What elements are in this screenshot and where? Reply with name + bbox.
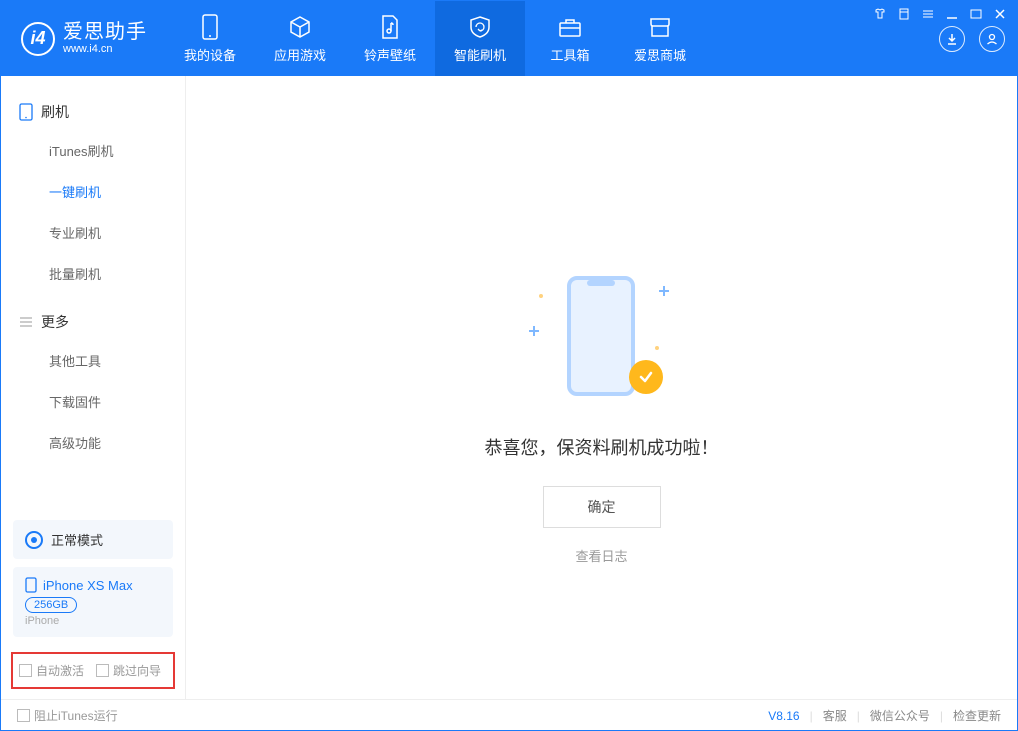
logo-icon: i4 — [21, 22, 55, 56]
music-file-icon — [376, 13, 404, 41]
ctrl-notebook-icon[interactable] — [897, 7, 911, 21]
checkbox-label: 阻止iTunes运行 — [34, 707, 118, 724]
app-title: 爱思助手 — [63, 21, 147, 43]
device-mode-label: 正常模式 — [51, 530, 103, 549]
app-url: www.i4.cn — [63, 43, 147, 55]
tab-shop[interactable]: 爱思商城 — [615, 1, 705, 76]
checkbox-icon — [96, 664, 109, 677]
sidebar-group-more: 更多 — [1, 304, 185, 340]
main-content: 恭喜您，保资料刷机成功啦！ 确定 查看日志 — [186, 76, 1017, 699]
tab-label: 爱思商城 — [634, 45, 686, 64]
ok-button[interactable]: 确定 — [543, 486, 661, 528]
top-tabs: 我的设备 应用游戏 铃声壁纸 智能刷机 工具箱 爱思商城 — [165, 1, 705, 76]
tab-label: 工具箱 — [550, 45, 589, 64]
sidebar-item-advanced[interactable]: 高级功能 — [1, 422, 185, 463]
sidebar-group-title: 更多 — [41, 312, 69, 332]
tab-apps-games[interactable]: 应用游戏 — [255, 1, 345, 76]
phone-icon — [25, 577, 37, 593]
checkbox-auto-activate[interactable]: 自动激活 — [19, 662, 84, 679]
shop-icon — [646, 13, 674, 41]
checkbox-icon — [19, 664, 32, 677]
sidebar-item-itunes-flash[interactable]: iTunes刷机 — [1, 130, 185, 171]
logo[interactable]: i4 爱思助手 www.i4.cn — [1, 1, 165, 76]
phone-success-illustration — [547, 276, 657, 406]
highlighted-checkbox-area: 自动激活 跳过向导 — [11, 652, 175, 689]
account-button[interactable] — [979, 26, 1005, 52]
version-label: V8.16 — [768, 709, 799, 723]
device-capacity: 256GB — [25, 597, 77, 613]
tab-toolbox[interactable]: 工具箱 — [525, 1, 615, 76]
tab-label: 我的设备 — [184, 45, 236, 64]
sidebar-item-oneclick-flash[interactable]: 一键刷机 — [1, 171, 185, 212]
header-right — [939, 1, 1005, 76]
logo-text: 爱思助手 www.i4.cn — [63, 21, 147, 55]
checkbox-label: 自动激活 — [36, 662, 84, 679]
download-button[interactable] — [939, 26, 965, 52]
success-message: 恭喜您，保资料刷机成功啦！ — [485, 434, 719, 460]
sidebar-item-other-tools[interactable]: 其他工具 — [1, 340, 185, 381]
checkbox-icon — [17, 709, 30, 722]
checkbox-block-itunes[interactable]: 阻止iTunes运行 — [17, 707, 118, 724]
checkbox-skip-guide[interactable]: 跳过向导 — [96, 662, 161, 679]
tab-ringtones-wallpapers[interactable]: 铃声壁纸 — [345, 1, 435, 76]
list-icon — [19, 315, 33, 329]
check-icon — [629, 360, 663, 394]
device-name: iPhone XS Max — [43, 578, 133, 593]
footer: 阻止iTunes运行 V8.16 | 客服 | 微信公众号 | 检查更新 — [1, 699, 1017, 731]
device-icon — [196, 13, 224, 41]
cube-icon — [286, 13, 314, 41]
checkbox-label: 跳过向导 — [113, 662, 161, 679]
mode-icon — [25, 531, 43, 549]
device-info-box[interactable]: iPhone XS Max 256GB iPhone — [13, 567, 173, 637]
app-header: i4 爱思助手 www.i4.cn 我的设备 应用游戏 铃声壁纸 智能刷机 工具… — [1, 1, 1017, 76]
shield-refresh-icon — [466, 13, 494, 41]
tab-label: 铃声壁纸 — [364, 45, 416, 64]
tab-label: 智能刷机 — [454, 45, 506, 64]
sidebar-item-download-firmware[interactable]: 下载固件 — [1, 381, 185, 422]
device-subtype: iPhone — [25, 615, 161, 627]
footer-link-wechat[interactable]: 微信公众号 — [870, 707, 930, 724]
ctrl-menu-icon[interactable] — [921, 7, 935, 21]
sidebar: 刷机 iTunes刷机 一键刷机 专业刷机 批量刷机 更多 其他工具 下载固件 … — [1, 76, 186, 699]
success-panel: 恭喜您，保资料刷机成功啦！ 确定 查看日志 — [186, 276, 1017, 565]
device-panel: 正常模式 iPhone XS Max 256GB iPhone — [13, 520, 173, 637]
body: 刷机 iTunes刷机 一键刷机 专业刷机 批量刷机 更多 其他工具 下载固件 … — [1, 76, 1017, 699]
view-log-link[interactable]: 查看日志 — [575, 546, 627, 565]
tab-smart-flash[interactable]: 智能刷机 — [435, 1, 525, 76]
footer-link-cs[interactable]: 客服 — [823, 707, 847, 724]
phone-icon — [19, 103, 33, 121]
toolbox-icon — [556, 13, 584, 41]
footer-link-update[interactable]: 检查更新 — [953, 707, 1001, 724]
device-mode-box[interactable]: 正常模式 — [13, 520, 173, 559]
tab-label: 应用游戏 — [274, 45, 326, 64]
sidebar-group-title: 刷机 — [41, 102, 69, 122]
tab-my-device[interactable]: 我的设备 — [165, 1, 255, 76]
sidebar-item-batch-flash[interactable]: 批量刷机 — [1, 253, 185, 294]
ctrl-tshirt-icon[interactable] — [873, 7, 887, 21]
sidebar-group-flash: 刷机 — [1, 94, 185, 130]
sidebar-item-pro-flash[interactable]: 专业刷机 — [1, 212, 185, 253]
